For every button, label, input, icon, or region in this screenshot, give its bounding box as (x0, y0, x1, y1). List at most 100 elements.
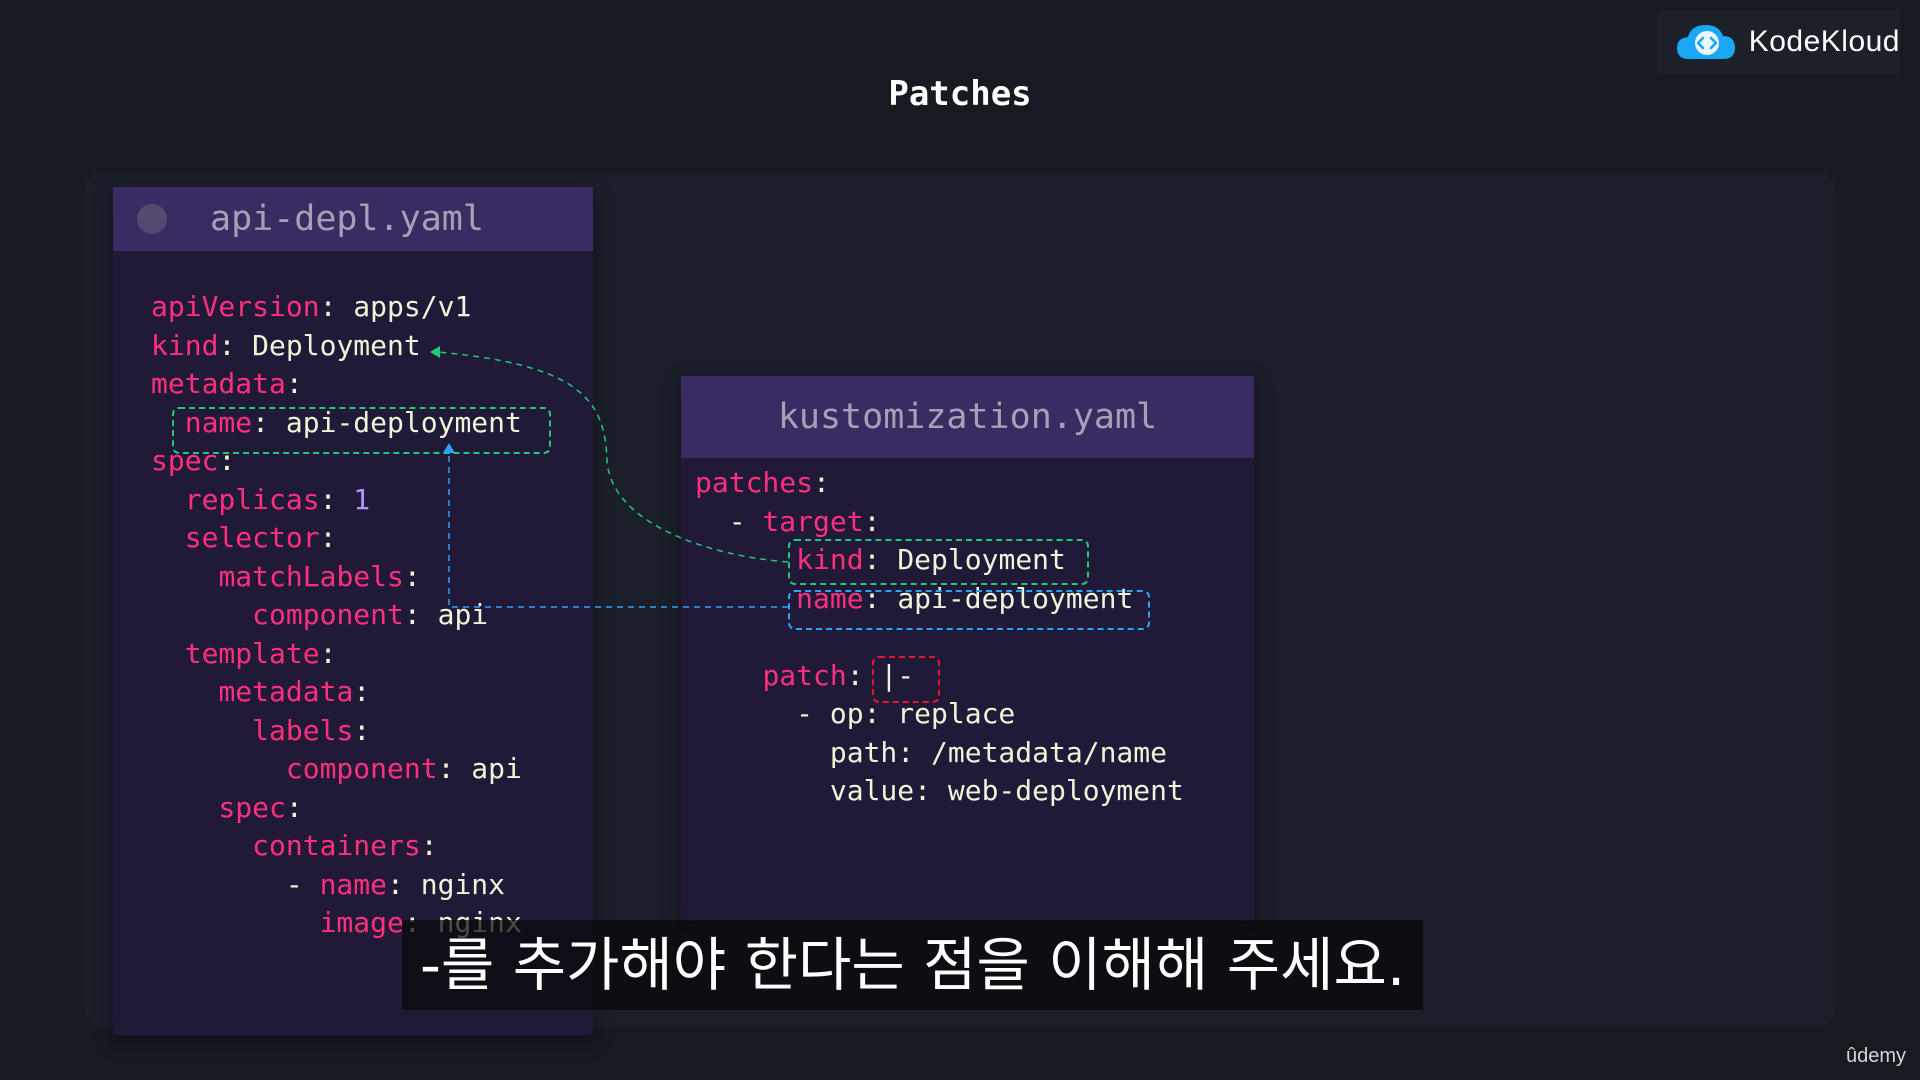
yaml-punct: - (151, 867, 320, 901)
yaml-value: 1 (353, 482, 371, 516)
yaml-key: spec (218, 790, 286, 824)
yaml-key: template (184, 636, 320, 670)
yaml-punct: : (319, 636, 337, 670)
yaml-value: api (471, 752, 522, 785)
editor-header: kustomization.yaml (681, 376, 1254, 458)
yaml-value: apps/v1 (353, 290, 472, 323)
code-line: apiVersion: apps/v1 (151, 288, 522, 327)
code-line: template: (151, 635, 522, 674)
yaml-key: metadata (218, 675, 354, 708)
yaml-punct (695, 543, 796, 576)
yaml-punct (151, 714, 252, 747)
code-line: kind: Deployment (151, 327, 522, 366)
yaml-key: patch (762, 658, 847, 692)
editor-kustomization: kustomization.yaml patches: - target: ki… (681, 376, 1254, 921)
file-name: api-depl.yaml (210, 199, 484, 239)
code-line: selector: (151, 519, 522, 558)
yaml-punct: : (285, 367, 303, 400)
highlight-target-kind (788, 539, 1089, 585)
code-line: component: api (151, 750, 522, 789)
code-line: path: /metadata/name (695, 734, 1184, 773)
code-line: metadata: (151, 365, 522, 404)
code-line: replicas: 1 (151, 481, 522, 520)
yaml-value: api (437, 598, 489, 631)
yaml-punct: : (813, 466, 830, 499)
yaml-punct: : (319, 521, 337, 554)
slide-title: Patches (888, 74, 1032, 114)
yaml-value: Deployment (252, 328, 421, 362)
highlight-target-name (788, 590, 1150, 630)
yaml-key: image (319, 906, 404, 939)
yaml-key: metadata (151, 367, 286, 400)
code-block: apiVersion: apps/v1 kind: Deployment metad… (151, 288, 522, 943)
code-line: component: api (151, 596, 522, 635)
yaml-punct (695, 659, 762, 692)
code-block: patches: - target: kind: Deployment name… (695, 464, 1184, 811)
yaml-value: nginx (420, 867, 506, 901)
yaml-key: containers (252, 829, 421, 862)
yaml-punct (151, 483, 185, 516)
yaml-key: selector (184, 521, 320, 554)
yaml-value: path: /metadata/name (829, 735, 1168, 769)
yaml-key: matchLabels (218, 559, 404, 593)
code-line: containers: (151, 827, 522, 866)
yaml-punct: : (353, 675, 371, 708)
kodekloud-cloud-logo-icon (1676, 25, 1735, 59)
yaml-punct: : (420, 829, 438, 862)
subtitle-caption: -를 추가해야 한다는 점을 이해해 주세요. (402, 920, 1424, 1010)
yaml-punct: : (319, 290, 354, 323)
yaml-punct (151, 829, 252, 862)
yaml-punct (695, 582, 796, 615)
code-line: matchLabels: (151, 558, 522, 597)
yaml-key: replicas (184, 482, 320, 516)
window-dot-icon (137, 204, 167, 234)
yaml-punct (151, 791, 218, 824)
yaml-punct (695, 736, 830, 769)
yaml-punct: - (695, 504, 763, 538)
yaml-key: target (762, 504, 864, 538)
code-line: metadata: (151, 673, 522, 712)
yaml-punct: : (218, 328, 253, 362)
yaml-key: name (319, 867, 388, 901)
yaml-punct: - (695, 697, 830, 730)
code-line: - op: replace (695, 695, 1184, 734)
code-line: value: web-deployment (695, 772, 1184, 811)
highlight-patch-operator (872, 656, 940, 703)
yaml-punct: : (437, 752, 472, 785)
code-line: spec: (151, 789, 522, 828)
yaml-punct: : (319, 482, 354, 516)
yaml-punct (151, 752, 286, 785)
yaml-punct (151, 637, 185, 670)
yaml-punct (151, 560, 218, 593)
yaml-key: kind (151, 328, 219, 362)
yaml-key: labels (252, 713, 354, 747)
yaml-punct (151, 521, 185, 554)
yaml-punct (151, 675, 218, 708)
brand-logo: KodeKloud (1656, 10, 1900, 74)
code-line: labels: (151, 712, 522, 751)
editor-header: api-depl.yaml (113, 187, 593, 251)
yaml-punct: : (863, 504, 881, 538)
udemy-watermark: ûdemy (1845, 1045, 1906, 1067)
brand-name: KodeKloud (1748, 25, 1900, 58)
yaml-punct: : (403, 559, 421, 593)
yaml-key: component (252, 598, 404, 631)
editor-api-depl: api-depl.yaml apiVersion: apps/v1 kind: D… (113, 187, 593, 1035)
code-line: patches: (695, 464, 1184, 503)
yaml-key: apiVersion (151, 290, 320, 323)
slide: Patches KodeKloud api-depl.yaml apiVersi… (0, 0, 1920, 1080)
yaml-punct (151, 906, 320, 939)
yaml-punct (695, 774, 830, 807)
yaml-key: patches (695, 466, 814, 499)
yaml-punct: : (387, 867, 421, 901)
yaml-punct: : (353, 713, 371, 747)
code-line: - name: nginx (151, 866, 522, 905)
yaml-punct: : (285, 790, 303, 824)
yaml-punct (151, 598, 252, 631)
yaml-key: component (285, 752, 438, 785)
highlight-name-api-depl (172, 407, 551, 454)
yaml-punct: : (403, 598, 438, 631)
code-line: - target: (695, 503, 1184, 542)
yaml-value: value: web-deployment (829, 774, 1184, 807)
file-name: kustomization.yaml (777, 397, 1158, 437)
